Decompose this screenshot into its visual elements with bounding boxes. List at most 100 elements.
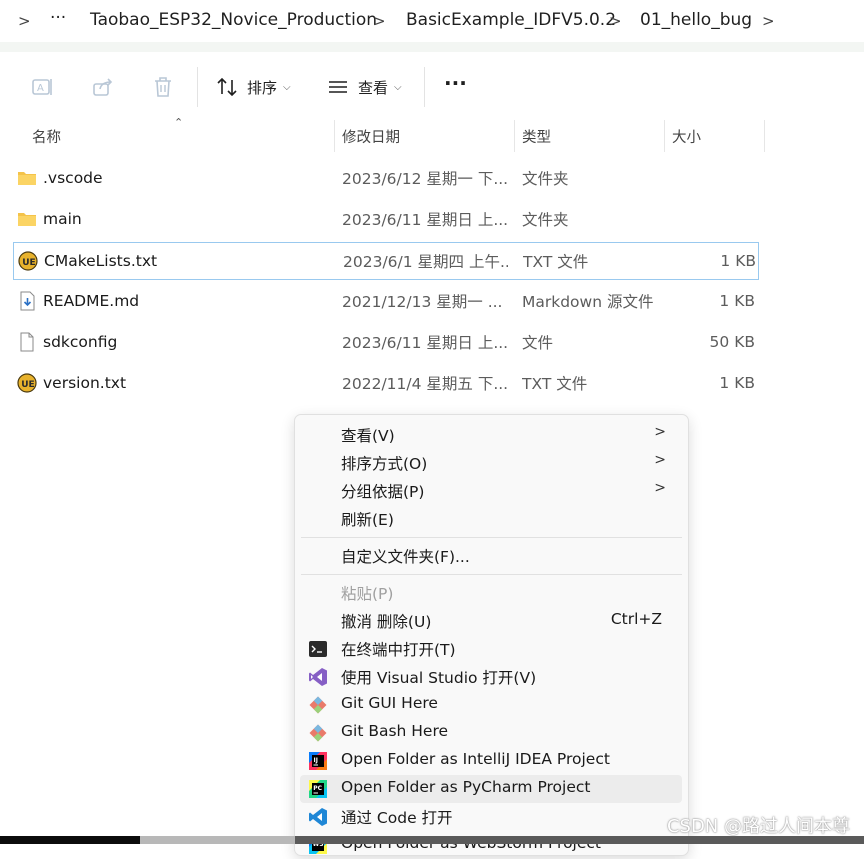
file-size: 50 KB [709, 333, 755, 351]
more-options-button[interactable]: ··· [444, 68, 467, 98]
view-icon [329, 81, 347, 93]
context-menu: 查看(V) > 排序方式(O) > 分组依据(P) > 刷新(E) 自定义文件夹… [294, 414, 689, 856]
breadcrumb-item-current[interactable]: 01_hello_bug [640, 10, 752, 30]
menu-item-label: 撤消 删除(U) [341, 613, 432, 631]
address-bar-divider [0, 42, 864, 52]
vscode-icon [309, 808, 327, 826]
terminal-icon [309, 641, 327, 657]
menu-item-open-code[interactable]: 通过 Code 打开 [300, 803, 682, 831]
share-icon[interactable] [91, 72, 115, 102]
git-bash-icon [309, 724, 327, 742]
file-name: CMakeLists.txt [44, 252, 158, 270]
breadcrumb-item[interactable]: BasicExample_IDFV5.0.2 [406, 10, 616, 30]
chevron-right-icon: > [654, 480, 666, 496]
delete-icon[interactable] [152, 72, 174, 102]
folder-icon [18, 172, 36, 185]
menu-item-label: 刷新(E) [341, 511, 394, 529]
folder-icon [18, 213, 36, 226]
sort-button[interactable]: 排序 ⌵ [215, 72, 291, 102]
file-modified: 2023/6/11 星期日 上... [342, 211, 507, 229]
menu-item-paste: 粘贴(P) [300, 579, 682, 607]
blank-file-icon [20, 332, 34, 352]
breadcrumb-overflow[interactable]: ··· [50, 8, 66, 28]
file-modified: 2023/6/11 星期日 上... [342, 334, 507, 352]
taskbar-segment [0, 836, 140, 844]
menu-item-view[interactable]: 查看(V) > [300, 421, 682, 449]
pycharm-icon: PC [309, 780, 327, 798]
svg-text:A: A [37, 83, 44, 94]
chevron-right-icon[interactable]: > [18, 12, 31, 30]
visual-studio-icon [309, 668, 327, 686]
menu-item-group-by[interactable]: 分组依据(P) > [300, 477, 682, 505]
file-type: Markdown 源文件 [522, 293, 654, 311]
file-name: sdkconfig [43, 333, 118, 351]
menu-item-open-intellij[interactable]: IJ Open Folder as IntelliJ IDEA Project [300, 747, 682, 775]
menu-item-label: Git Bash Here [341, 722, 449, 740]
menu-item-label: 自定义文件夹(F)... [341, 548, 470, 566]
file-row[interactable]: README.md 2021/12/13 星期一 ... Markdown 源文… [13, 282, 759, 320]
menu-item-git-gui[interactable]: Git GUI Here [300, 691, 682, 719]
view-label: 查看 [358, 78, 389, 97]
chevron-down-icon: ⌵ [283, 81, 291, 93]
file-row[interactable]: UE version.txt 2022/11/4 星期五 下... TXT 文件… [13, 364, 759, 402]
column-header-modified[interactable]: 修改日期 [334, 120, 514, 152]
menu-separator [301, 574, 682, 575]
menu-item-refresh[interactable]: 刷新(E) [300, 505, 682, 533]
menu-item-label: 通过 Code 打开 [341, 809, 453, 827]
menu-item-label: 分组依据(P) [341, 483, 425, 501]
intellij-idea-icon: IJ [309, 752, 327, 770]
menu-item-open-pycharm[interactable]: PC Open Folder as PyCharm Project [300, 775, 682, 803]
column-header-name[interactable]: 名称 [24, 120, 334, 152]
file-size: 1 KB [719, 292, 755, 310]
chevron-right-icon[interactable]: > [762, 12, 775, 30]
sort-icon [217, 77, 237, 97]
file-row-selected[interactable]: UE CMakeLists.txt 2023/6/1 星期四 上午... TXT… [13, 242, 759, 280]
file-name: main [43, 210, 82, 228]
markdown-file-icon [20, 291, 35, 311]
chevron-right-icon[interactable]: > [373, 12, 386, 30]
breadcrumb-item[interactable]: Taobao_ESP32_Novice_Production [90, 10, 377, 30]
menu-item-label: Git GUI Here [341, 694, 438, 712]
file-row[interactable]: .vscode 2023/6/12 星期一 下... 文件夹 [13, 159, 759, 197]
svg-text:UE: UE [22, 258, 35, 268]
view-button[interactable]: 查看 ⌵ [327, 72, 402, 102]
column-header-type[interactable]: 类型 [514, 120, 664, 152]
file-size: 1 KB [719, 374, 755, 392]
git-gui-icon [309, 696, 327, 714]
file-type: TXT 文件 [522, 375, 588, 393]
menu-item-label: Open Folder as IntelliJ IDEA Project [341, 750, 610, 768]
menu-item-sort-by[interactable]: 排序方式(O) > [300, 449, 682, 477]
chevron-right-icon: > [654, 424, 666, 440]
watermark: CSDN @路过人间本尊 [666, 816, 850, 837]
file-name: .vscode [43, 169, 103, 187]
file-type: 文件 [522, 334, 554, 352]
ultraedit-icon: UE [17, 373, 37, 393]
toolbar-divider [197, 67, 198, 107]
menu-item-open-terminal[interactable]: 在终端中打开(T) [300, 635, 682, 663]
menu-item-open-visual-studio[interactable]: 使用 Visual Studio 打开(V) [300, 663, 682, 691]
file-size [663, 159, 755, 197]
rename-icon[interactable]: A [30, 72, 54, 102]
file-modified: 2023/6/1 星期四 上午... [343, 253, 508, 271]
menu-item-undo-delete[interactable]: 撤消 删除(U) Ctrl+Z [300, 607, 682, 635]
chevron-right-icon[interactable]: > [609, 12, 622, 30]
file-modified: 2021/12/13 星期一 ... [342, 293, 503, 311]
menu-item-label: 在终端中打开(T) [341, 641, 456, 659]
menu-item-customize-folder[interactable]: 自定义文件夹(F)... [300, 542, 682, 570]
menu-item-git-bash[interactable]: Git Bash Here [300, 719, 682, 747]
svg-text:PC: PC [313, 785, 322, 792]
file-modified: 2022/11/4 星期五 下... [342, 375, 507, 393]
file-row[interactable]: sdkconfig 2023/6/11 星期日 上... 文件 50 KB [13, 323, 759, 361]
file-name: README.md [43, 292, 140, 310]
menu-item-label: 排序方式(O) [341, 455, 428, 473]
file-row[interactable]: main 2023/6/11 星期日 上... 文件夹 [13, 200, 759, 238]
command-bar: A 排序 ⌵ 查看 ⌵ ··· [0, 52, 864, 120]
file-name: version.txt [43, 374, 127, 392]
file-type: TXT 文件 [523, 253, 589, 271]
file-type: 文件夹 [522, 170, 569, 188]
file-type: 文件夹 [522, 211, 569, 229]
address-bar: > ··· Taobao_ESP32_Novice_Production > B… [0, 0, 864, 52]
column-header-size[interactable]: 大小 [664, 120, 764, 152]
svg-text:IJ: IJ [314, 757, 318, 764]
column-divider[interactable] [764, 120, 765, 152]
